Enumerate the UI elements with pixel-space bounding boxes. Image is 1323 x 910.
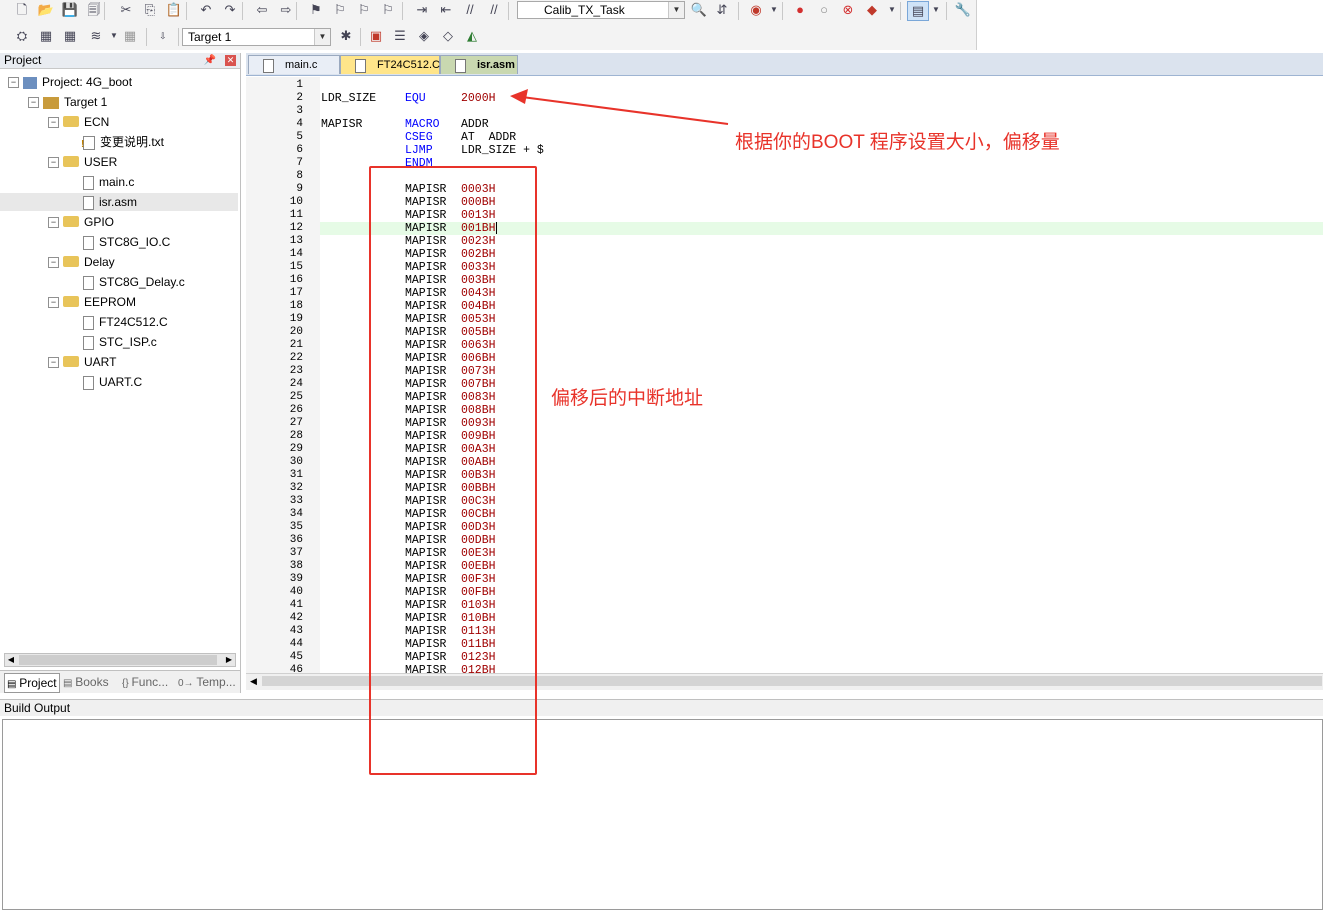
annotation-arrow [510, 89, 729, 125]
